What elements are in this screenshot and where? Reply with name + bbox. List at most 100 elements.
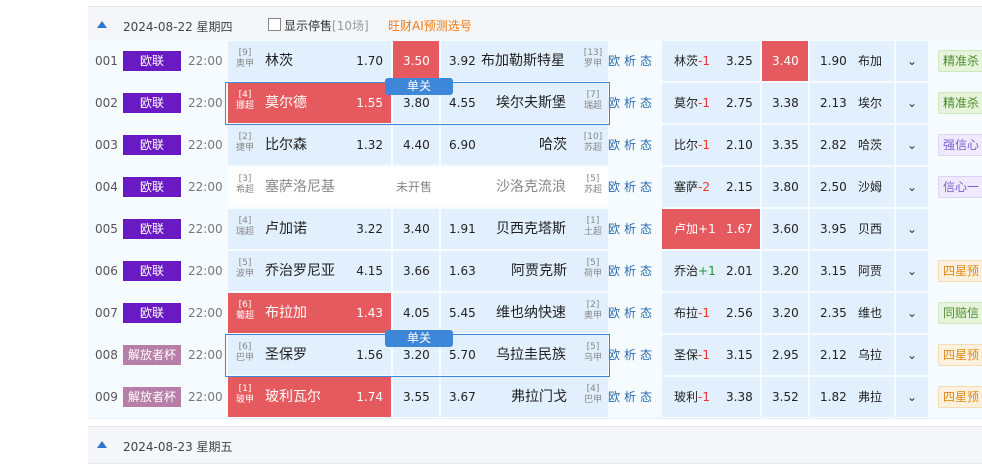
league-badge[interactable]: 欧联 bbox=[123, 261, 181, 281]
collapse-triangle-icon[interactable] bbox=[97, 21, 107, 28]
handicap-home-cell[interactable]: 乔治+1 2.01 bbox=[662, 251, 760, 291]
chevron-down-icon[interactable]: ⌄ bbox=[896, 83, 928, 123]
league-badge[interactable]: 解放者杯 bbox=[123, 345, 181, 365]
chevron-down-icon[interactable]: ⌄ bbox=[896, 251, 928, 291]
home-win-cell[interactable]: [4] 瑞超 卢加诺 3.22 bbox=[228, 209, 391, 249]
analysis-links[interactable]: 欧析态 bbox=[608, 82, 656, 124]
handicap-home-cell[interactable]: 塞萨-2 2.15 bbox=[662, 167, 760, 207]
chevron-down-icon[interactable]: ⌄ bbox=[896, 41, 928, 81]
handicap-away-cell[interactable]: 1.82 弗拉 bbox=[810, 377, 894, 417]
prediction-tag[interactable]: 精准杀 bbox=[938, 92, 982, 114]
match-number: 006 bbox=[95, 264, 118, 278]
league-badge[interactable]: 欧联 bbox=[123, 51, 181, 71]
draw-cell[interactable]: 4.40 bbox=[393, 125, 439, 165]
away-win-cell[interactable]: 3.92 布加勒斯特星 [13] 罗甲 bbox=[441, 41, 608, 81]
handicap-home-cell[interactable]: 比尔-1 2.10 bbox=[662, 125, 760, 165]
away-win-cell[interactable]: 4.55 埃尔夫斯堡 [7] 瑞超 bbox=[441, 83, 608, 123]
home-win-cell[interactable]: [6] 葡超 布拉加 1.43 bbox=[228, 293, 391, 333]
handicap-draw-cell[interactable]: 3.40 bbox=[762, 41, 808, 81]
away-team: 哈茨 bbox=[539, 137, 567, 153]
league-badge[interactable]: 欧联 bbox=[123, 303, 181, 323]
handicap-draw-cell[interactable]: 3.38 bbox=[762, 83, 808, 123]
collapse-triangle-icon[interactable] bbox=[97, 441, 107, 448]
handicap-away-cell[interactable]: 2.82 哈茨 bbox=[810, 125, 894, 165]
handicap-draw-cell[interactable]: 3.60 bbox=[762, 209, 808, 249]
draw-cell[interactable]: 4.05 bbox=[393, 293, 439, 333]
draw-cell[interactable]: 3.55 bbox=[393, 377, 439, 417]
handicap-away-cell[interactable]: 1.90 布加 bbox=[810, 41, 894, 81]
handicap-draw-cell[interactable]: 3.52 bbox=[762, 377, 808, 417]
chevron-down-icon[interactable]: ⌄ bbox=[896, 335, 928, 375]
home-win-cell[interactable]: [1] 玻甲 玻利瓦尔 1.74 bbox=[228, 377, 391, 417]
home-win-cell[interactable]: [9] 奥甲 林茨 1.70 bbox=[228, 41, 391, 81]
analysis-links[interactable]: 欧析态 bbox=[608, 124, 656, 166]
handicap-home-cell[interactable]: 卢加+1 1.67 bbox=[662, 209, 760, 249]
analysis-links[interactable]: 欧析态 bbox=[608, 292, 656, 334]
analysis-links[interactable]: 欧析态 bbox=[608, 334, 656, 376]
date-label: 2024-08-23 星期五 bbox=[123, 440, 233, 454]
away-win-cell[interactable]: 6.90 哈茨 [10] 苏超 bbox=[441, 125, 608, 165]
home-win-cell[interactable]: [2] 捷甲 比尔森 1.32 bbox=[228, 125, 391, 165]
handicap-away-cell[interactable]: 3.95 贝西 bbox=[810, 209, 894, 249]
handicap-draw-cell[interactable]: 3.35 bbox=[762, 125, 808, 165]
league-badge[interactable]: 欧联 bbox=[123, 219, 181, 239]
handicap-draw-cell[interactable]: 2.95 bbox=[762, 335, 808, 375]
handicap-away-cell[interactable]: 2.35 维也 bbox=[810, 293, 894, 333]
prediction-tag[interactable]: 四星预 bbox=[938, 386, 982, 408]
chevron-down-icon[interactable]: ⌄ bbox=[896, 293, 928, 333]
match-row: 004 欧联 22:00 [3] 希超 塞萨洛尼基 未开售 沙洛克流浪 [5] 苏超… bbox=[88, 166, 982, 209]
odd-draw: 3.50 bbox=[403, 54, 430, 68]
away-win-cell[interactable]: 1.63 阿贾克斯 [5] 荷甲 bbox=[441, 251, 608, 291]
handicap-draw-cell[interactable]: 3.20 bbox=[762, 293, 808, 333]
prediction-tag[interactable]: 四星预 bbox=[938, 344, 982, 366]
analysis-links[interactable]: 欧析态 bbox=[608, 208, 656, 250]
chevron-down-icon[interactable]: ⌄ bbox=[896, 209, 928, 249]
away-win-cell[interactable]: 3.67 弗拉门戈 [4] 巴甲 bbox=[441, 377, 608, 417]
prediction-tag[interactable]: 信心一 bbox=[938, 176, 982, 198]
home-win-cell[interactable]: [5] 波甲 乔治罗尼亚 4.15 bbox=[228, 251, 391, 291]
match-row: 003 欧联 22:00 [2] 捷甲 比尔森 1.32 4.40 6.90 哈茨… bbox=[88, 124, 982, 167]
prediction-tag[interactable]: 精准杀 bbox=[938, 50, 982, 72]
handicap-away-cell[interactable]: 2.13 埃尔 bbox=[810, 83, 894, 123]
handicap-away-cell[interactable]: 2.12 乌拉 bbox=[810, 335, 894, 375]
handicap-home-cell[interactable]: 莫尔-1 2.75 bbox=[662, 83, 760, 123]
analysis-links[interactable]: 欧析态 bbox=[608, 40, 656, 82]
handicap-draw-cell[interactable]: 3.20 bbox=[762, 251, 808, 291]
handicap-away-cell[interactable]: 3.15 阿贾 bbox=[810, 251, 894, 291]
league-badge[interactable]: 欧联 bbox=[123, 93, 181, 113]
analysis-links[interactable]: 欧析态 bbox=[608, 376, 656, 418]
ai-prediction-link[interactable]: 旺财AI预测选号 bbox=[388, 17, 472, 34]
prediction-tag[interactable]: 同赔信 bbox=[938, 302, 982, 324]
prediction-tag[interactable]: 四星预 bbox=[938, 260, 982, 282]
draw-cell[interactable]: 3.66 bbox=[393, 251, 439, 291]
match-row: 009 解放者杯 22:00 [1] 玻甲 玻利瓦尔 1.74 3.55 3.67… bbox=[88, 376, 982, 419]
league-badge[interactable]: 欧联 bbox=[123, 135, 181, 155]
show-suspended-checkbox[interactable] bbox=[268, 18, 281, 31]
show-suspended-label[interactable]: 显示停售[10场] bbox=[284, 17, 369, 34]
prediction-tag[interactable]: 强信心 bbox=[938, 134, 982, 156]
match-number: 004 bbox=[95, 180, 118, 194]
away-win-cell[interactable]: 5.45 维也纳快速 [2] 奥甲 bbox=[441, 293, 608, 333]
handicap-draw-cell[interactable]: 3.80 bbox=[762, 167, 808, 207]
handicap-home-cell[interactable]: 玻利-1 3.38 bbox=[662, 377, 760, 417]
analysis-links[interactable]: 欧析态 bbox=[608, 250, 656, 292]
league-badge[interactable]: 解放者杯 bbox=[123, 387, 181, 407]
home-win-cell[interactable]: [4] 挪超 莫尔德 1.55 bbox=[228, 83, 391, 123]
chevron-down-icon[interactable]: ⌄ bbox=[896, 167, 928, 207]
away-team: 弗拉门戈 bbox=[511, 389, 567, 405]
home-win-cell[interactable]: [6] 巴甲 圣保罗 1.56 bbox=[228, 335, 391, 375]
handicap-home-cell[interactable]: 林茨-1 3.25 bbox=[662, 41, 760, 81]
chevron-down-icon[interactable]: ⌄ bbox=[896, 125, 928, 165]
league-badge[interactable]: 欧联 bbox=[123, 177, 181, 197]
chevron-down-icon[interactable]: ⌄ bbox=[896, 377, 928, 417]
home-team: 乔治罗尼亚 bbox=[265, 263, 335, 279]
away-win-cell[interactable]: 5.70 乌拉圭民族 [5] 乌甲 bbox=[441, 335, 608, 375]
handicap-away-cell[interactable]: 2.50 沙姆 bbox=[810, 167, 894, 207]
away-win-cell[interactable]: 1.91 贝西克塔斯 [1] 土超 bbox=[441, 209, 608, 249]
handicap-home-cell[interactable]: 圣保-1 3.15 bbox=[662, 335, 760, 375]
draw-cell[interactable]: 3.50 bbox=[393, 41, 439, 81]
match-row: 008 解放者杯 22:00 [6] 巴甲 圣保罗 1.56 3.20 5.70 … bbox=[88, 334, 982, 377]
draw-cell[interactable]: 3.40 bbox=[393, 209, 439, 249]
handicap-home-cell[interactable]: 布拉-1 2.56 bbox=[662, 293, 760, 333]
analysis-links[interactable]: 欧析态 bbox=[608, 166, 656, 208]
